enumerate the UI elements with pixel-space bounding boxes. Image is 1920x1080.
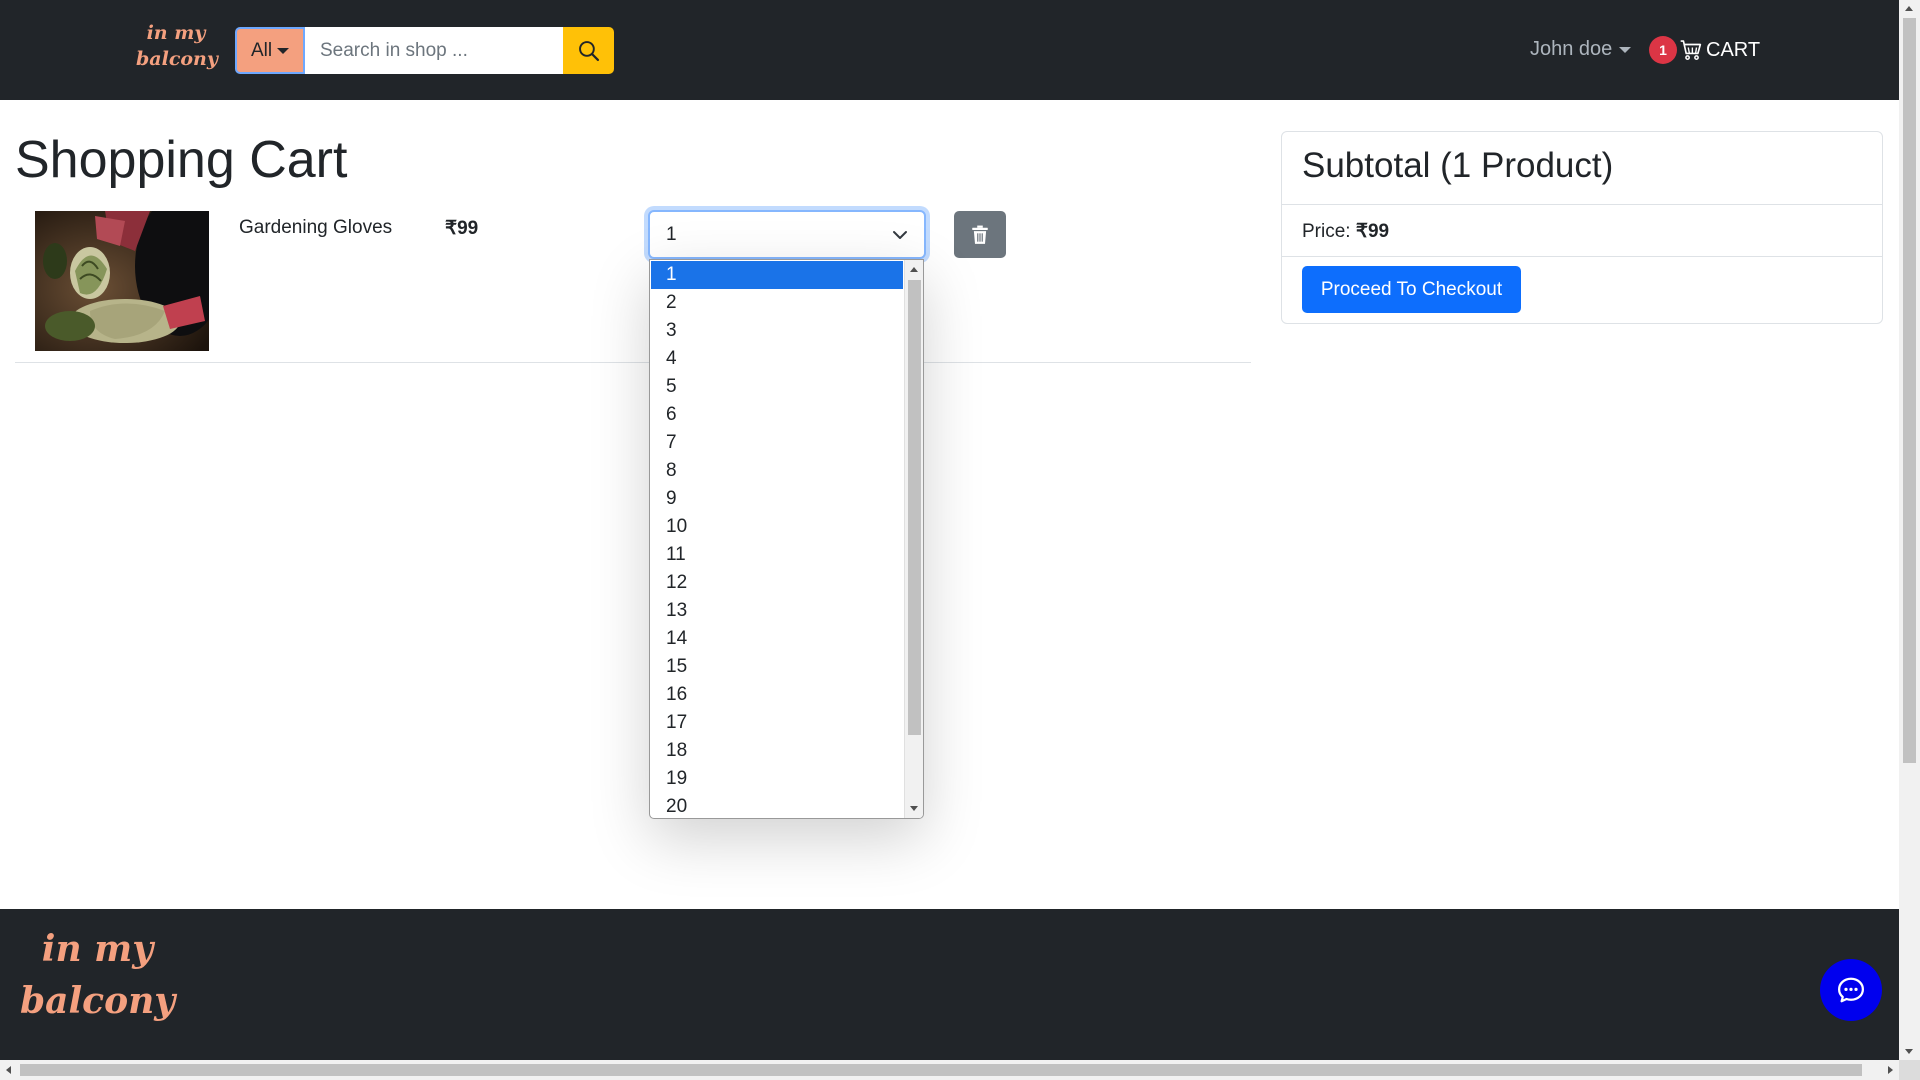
price-value: ₹99	[1355, 221, 1390, 242]
product-image[interactable]	[35, 211, 209, 351]
user-menu-dropdown[interactable]: John doe	[1530, 38, 1632, 61]
quantity-option[interactable]: 3	[651, 317, 903, 345]
footer-brand-logo[interactable]: in my balcony	[20, 923, 175, 1027]
divider	[1282, 256, 1882, 257]
subtotal-card: Subtotal (1 Product) Price: ₹99 Proceed …	[1281, 131, 1883, 324]
quantity-option[interactable]: 8	[651, 457, 903, 485]
price-label: Price:	[1302, 221, 1351, 242]
cart-icon	[1680, 40, 1702, 60]
horizontal-scrollbar-thumb[interactable]	[20, 1064, 1862, 1076]
quantity-option[interactable]: 12	[651, 569, 903, 597]
quantity-option[interactable]: 4	[651, 345, 903, 373]
delete-item-button[interactable]	[954, 211, 1006, 258]
vertical-scrollbar[interactable]	[1899, 0, 1920, 1060]
quantity-select[interactable]: 1	[648, 210, 926, 259]
subtotal-title: Subtotal (1 Product)	[1302, 146, 1614, 185]
page-title: Shopping Cart	[15, 131, 348, 189]
chat-button[interactable]	[1820, 959, 1882, 1021]
scroll-up-arrow-icon[interactable]	[1905, 6, 1913, 11]
quantity-option[interactable]: 7	[651, 429, 903, 457]
quantity-option[interactable]: 5	[651, 373, 903, 401]
quantity-option[interactable]: 16	[651, 681, 903, 709]
cart-link[interactable]: 1 CART	[1649, 36, 1760, 64]
scroll-down-arrow-icon[interactable]	[1905, 1049, 1913, 1054]
search-icon	[578, 40, 599, 61]
gardening-gloves-photo-icon	[35, 211, 209, 351]
quantity-value: 1	[666, 223, 677, 245]
scroll-right-arrow-icon[interactable]	[1888, 1066, 1893, 1074]
scroll-up-arrow-icon[interactable]	[910, 267, 918, 272]
scrollbar-corner	[1899, 1060, 1920, 1080]
quantity-dropdown-list: 1 2 3 4 5 6 7 8 9 10 11 12 13 14 15 16 1…	[649, 259, 924, 819]
quantity-option[interactable]: 18	[651, 737, 903, 765]
category-label: All	[250, 39, 273, 61]
quantity-option[interactable]: 11	[651, 541, 903, 569]
navbar: in my balcony All John doe 1 CART	[0, 0, 1899, 100]
trash-icon	[972, 225, 988, 244]
quantity-option[interactable]: 6	[651, 401, 903, 429]
quantity-option[interactable]: 9	[651, 485, 903, 513]
search-group: All	[235, 27, 614, 74]
cart-count-badge: 1	[1649, 36, 1677, 64]
quantity-option[interactable]: 2	[651, 289, 903, 317]
search-button[interactable]	[563, 27, 614, 74]
quantity-option[interactable]: 13	[651, 597, 903, 625]
horizontal-scrollbar[interactable]	[0, 1060, 1899, 1080]
quantity-option[interactable]: 14	[651, 625, 903, 653]
caret-down-icon	[1619, 46, 1632, 53]
quantity-option[interactable]: 1	[651, 261, 903, 289]
cart-item-row: Gardening Gloves ₹99	[15, 205, 1251, 363]
dropdown-scrollbar[interactable]	[904, 260, 923, 818]
brand-logo[interactable]: in my balcony	[136, 20, 218, 72]
product-name-link[interactable]: Gardening Gloves	[239, 217, 392, 239]
category-dropdown-button[interactable]: All	[235, 27, 305, 74]
quantity-option[interactable]: 10	[651, 513, 903, 541]
subtotal-price: Price: ₹99	[1302, 220, 1389, 243]
dropdown-scrollbar-thumb[interactable]	[908, 280, 921, 735]
quantity-option[interactable]: 19	[651, 765, 903, 793]
divider	[1282, 204, 1882, 205]
user-name: John doe	[1530, 38, 1613, 60]
proceed-to-checkout-button[interactable]: Proceed To Checkout	[1302, 266, 1521, 313]
cart-label: CART	[1706, 38, 1761, 61]
quantity-option[interactable]: 20	[651, 793, 903, 818]
product-price: ₹99	[445, 218, 479, 239]
caret-down-icon	[277, 47, 290, 54]
footer: in my balcony	[0, 909, 1899, 1060]
quantity-option[interactable]: 17	[651, 709, 903, 737]
scroll-left-arrow-icon[interactable]	[6, 1066, 11, 1074]
quantity-option[interactable]: 15	[651, 653, 903, 681]
scroll-down-arrow-icon[interactable]	[910, 806, 918, 811]
chat-bubble-icon	[1838, 977, 1864, 1003]
search-input[interactable]	[305, 27, 563, 74]
vertical-scrollbar-thumb[interactable]	[1903, 18, 1916, 763]
chevron-down-icon	[893, 230, 907, 239]
